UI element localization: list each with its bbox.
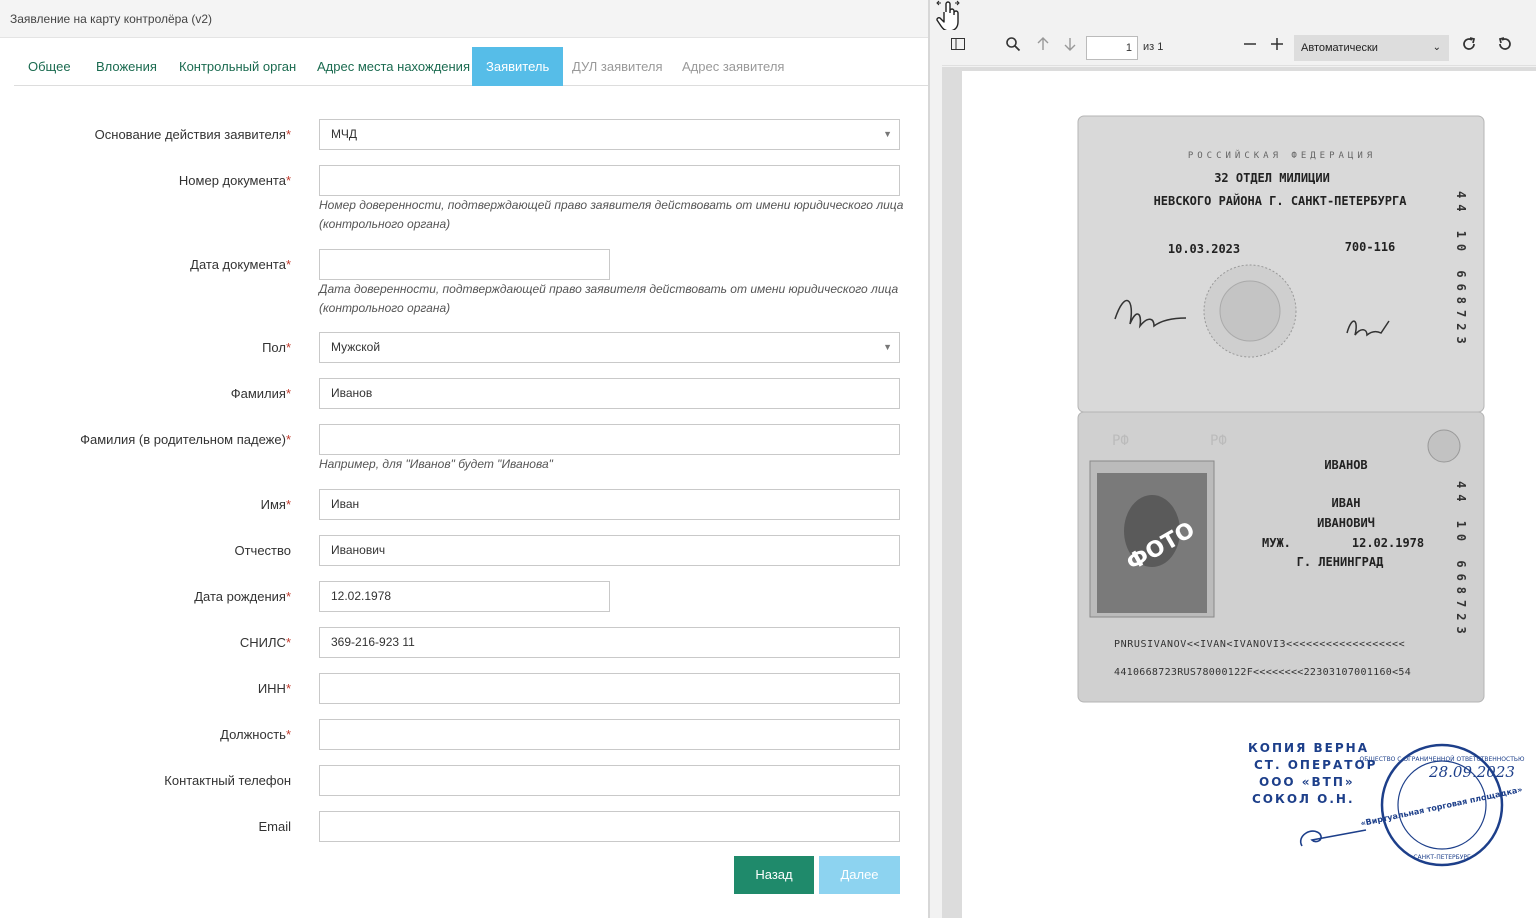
snils-input[interactable]: 369-216-923 11 bbox=[319, 627, 900, 658]
tab-attachments[interactable]: Вложения bbox=[82, 47, 171, 86]
page-count: из 1 bbox=[1143, 41, 1164, 53]
select-arrow-icon: ▼ bbox=[883, 129, 892, 139]
tab-general[interactable]: Общее bbox=[14, 47, 85, 86]
back-button[interactable]: Назад bbox=[734, 856, 814, 894]
doc-name: ИВАН bbox=[1332, 496, 1361, 510]
doc-division-code: 700-116 bbox=[1345, 240, 1396, 254]
doc-issued-by-1: 32 ОТДЕЛ МИЛИЦИИ bbox=[1214, 171, 1330, 185]
window-title: Заявление на карту контролёра (v2) bbox=[0, 0, 928, 38]
patronymic-input[interactable]: Иванович bbox=[319, 535, 900, 566]
doc-number-input[interactable] bbox=[319, 165, 900, 196]
doc-series-bottom: 44 10 668723 bbox=[1454, 481, 1468, 640]
email-input[interactable] bbox=[319, 811, 900, 842]
rf-mark: РФ bbox=[1112, 433, 1129, 449]
doc-birth-date: 12.02.1978 bbox=[1352, 536, 1424, 550]
position-input[interactable] bbox=[319, 719, 900, 750]
seal-ring-text: ОБЩЕСТВО С ОГРАНИЧЕННОЙ ОТВЕТСТВЕННОСТЬЮ bbox=[1360, 756, 1525, 763]
doc-mrz-2: 4410668723RUS78000122F<<<<<<<<2230310700… bbox=[1114, 667, 1411, 678]
basis-label: Основание действия заявителя* bbox=[94, 127, 291, 142]
sidebar-toggle-icon[interactable] bbox=[947, 36, 969, 58]
search-icon[interactable] bbox=[1002, 36, 1024, 58]
birth-date-input[interactable]: 12.02.1978 bbox=[319, 581, 610, 612]
first-name-label: Имя* bbox=[260, 497, 291, 512]
arrow-down-icon[interactable] bbox=[1059, 36, 1081, 58]
zoom-select[interactable]: Автоматически ⌄ bbox=[1294, 35, 1449, 61]
pdf-viewer: 1 из 1 Автоматически ⌄ РОССИЙСКАЯ ФЕДЕРАЦ… bbox=[930, 0, 1536, 918]
stamp-line-4: СОКОЛ О.Н. bbox=[1252, 792, 1355, 806]
email-label: Email bbox=[258, 819, 291, 834]
rotate-cw-icon[interactable] bbox=[1458, 36, 1480, 58]
birth-date-label: Дата рождения* bbox=[194, 589, 291, 604]
surname-label: Фамилия* bbox=[230, 386, 291, 401]
tab-applicant[interactable]: Заявитель bbox=[472, 47, 564, 86]
inn-label: ИНН* bbox=[257, 681, 291, 696]
document-scroll-area[interactable]: РОССИЙСКАЯ ФЕДЕРАЦИЯ 32 ОТДЕЛ МИЛИЦИИ НЕ… bbox=[942, 67, 1536, 918]
tab-bar: Общее Вложения Контрольный орган Адрес м… bbox=[14, 47, 928, 86]
gender-label: Пол* bbox=[262, 340, 291, 355]
doc-birth-place: Г. ЛЕНИНГРАД bbox=[1297, 555, 1384, 569]
basis-select[interactable]: МЧД ▼ bbox=[319, 119, 900, 150]
doc-mrz-1: PNRUSIVANOV<<IVAN<IVANOVI3<<<<<<<<<<<<<<… bbox=[1114, 639, 1405, 650]
next-button[interactable]: Далее bbox=[819, 856, 900, 894]
doc-series-top: 44 10 668723 bbox=[1454, 191, 1468, 350]
gender-select[interactable]: Мужской ▼ bbox=[319, 332, 900, 363]
form-panel: Заявление на карту контролёра (v2) Общее… bbox=[0, 0, 928, 918]
tab-location-address[interactable]: Адрес места нахождения bbox=[303, 47, 484, 86]
doc-date-label: Дата документа* bbox=[190, 257, 291, 272]
inn-input[interactable] bbox=[319, 673, 900, 704]
tab-control-body[interactable]: Контрольный орган bbox=[165, 47, 310, 86]
tab-applicant-address[interactable]: Адрес заявителя bbox=[668, 47, 798, 86]
tab-applicant-id-doc[interactable]: ДУЛ заявителя bbox=[558, 47, 677, 86]
doc-date-hint: Дата доверенности, подтверждающей право … bbox=[319, 282, 899, 315]
surname-genitive-hint: Например, для "Иванов" будет "Иванова" bbox=[319, 457, 553, 471]
hand-tool-icon[interactable] bbox=[934, 0, 964, 34]
doc-date-input[interactable] bbox=[319, 249, 610, 280]
surname-genitive-label: Фамилия (в родительном падеже)* bbox=[80, 432, 291, 447]
document-page: РОССИЙСКАЯ ФЕДЕРАЦИЯ 32 ОТДЕЛ МИЛИЦИИ НЕ… bbox=[962, 71, 1536, 918]
passport-scan: РОССИЙСКАЯ ФЕДЕРАЦИЯ 32 ОТДЕЛ МИЛИЦИИ НЕ… bbox=[1077, 115, 1525, 867]
surname-input[interactable]: Иванов bbox=[319, 378, 900, 409]
stamp-line-3: ООО «ВТП» bbox=[1259, 775, 1355, 789]
snils-label: СНИЛС* bbox=[239, 635, 291, 650]
zoom-out-icon[interactable] bbox=[1239, 36, 1261, 58]
doc-patronymic: ИВАНОВИЧ bbox=[1317, 516, 1375, 530]
position-label: Должность* bbox=[220, 727, 291, 742]
doc-surname: ИВАНОВ bbox=[1324, 458, 1367, 472]
doc-number-hint: Номер доверенности, подтверждающей право… bbox=[319, 198, 904, 231]
phone-input[interactable] bbox=[319, 765, 900, 796]
operator-signature-icon bbox=[1299, 829, 1367, 847]
patronymic-label: Отчество bbox=[234, 543, 291, 558]
select-arrow-icon: ▼ bbox=[883, 342, 892, 352]
doc-issue-date: 10.03.2023 bbox=[1168, 242, 1240, 256]
zoom-in-icon[interactable] bbox=[1266, 36, 1288, 58]
rf-mark: РФ bbox=[1210, 433, 1227, 449]
doc-number-label: Номер документа* bbox=[178, 173, 291, 188]
arrow-up-icon[interactable] bbox=[1032, 36, 1054, 58]
seal-city: САНКТ-ПЕТЕРБУРГ bbox=[1413, 854, 1471, 861]
first-name-input[interactable]: Иван bbox=[319, 489, 900, 520]
rotate-ccw-icon[interactable] bbox=[1494, 36, 1516, 58]
page-number-input[interactable]: 1 bbox=[1086, 36, 1138, 60]
stamp-date: 28.09.2023 bbox=[1428, 763, 1515, 781]
doc-issued-by-2: НЕВСКОГО РАЙОНА Г. САНКТ-ПЕТЕРБУРГА bbox=[1154, 193, 1408, 208]
viewer-toolbar: 1 из 1 Автоматически ⌄ bbox=[942, 30, 1536, 66]
phone-label: Контактный телефон bbox=[164, 773, 291, 788]
doc-header: РОССИЙСКАЯ ФЕДЕРАЦИЯ bbox=[1188, 149, 1376, 161]
chevron-down-icon: ⌄ bbox=[1432, 42, 1441, 53]
stamp-line-1: КОПИЯ ВЕРНА bbox=[1248, 741, 1369, 755]
doc-sex: МУЖ. bbox=[1262, 536, 1291, 550]
surname-genitive-input[interactable] bbox=[319, 424, 900, 455]
